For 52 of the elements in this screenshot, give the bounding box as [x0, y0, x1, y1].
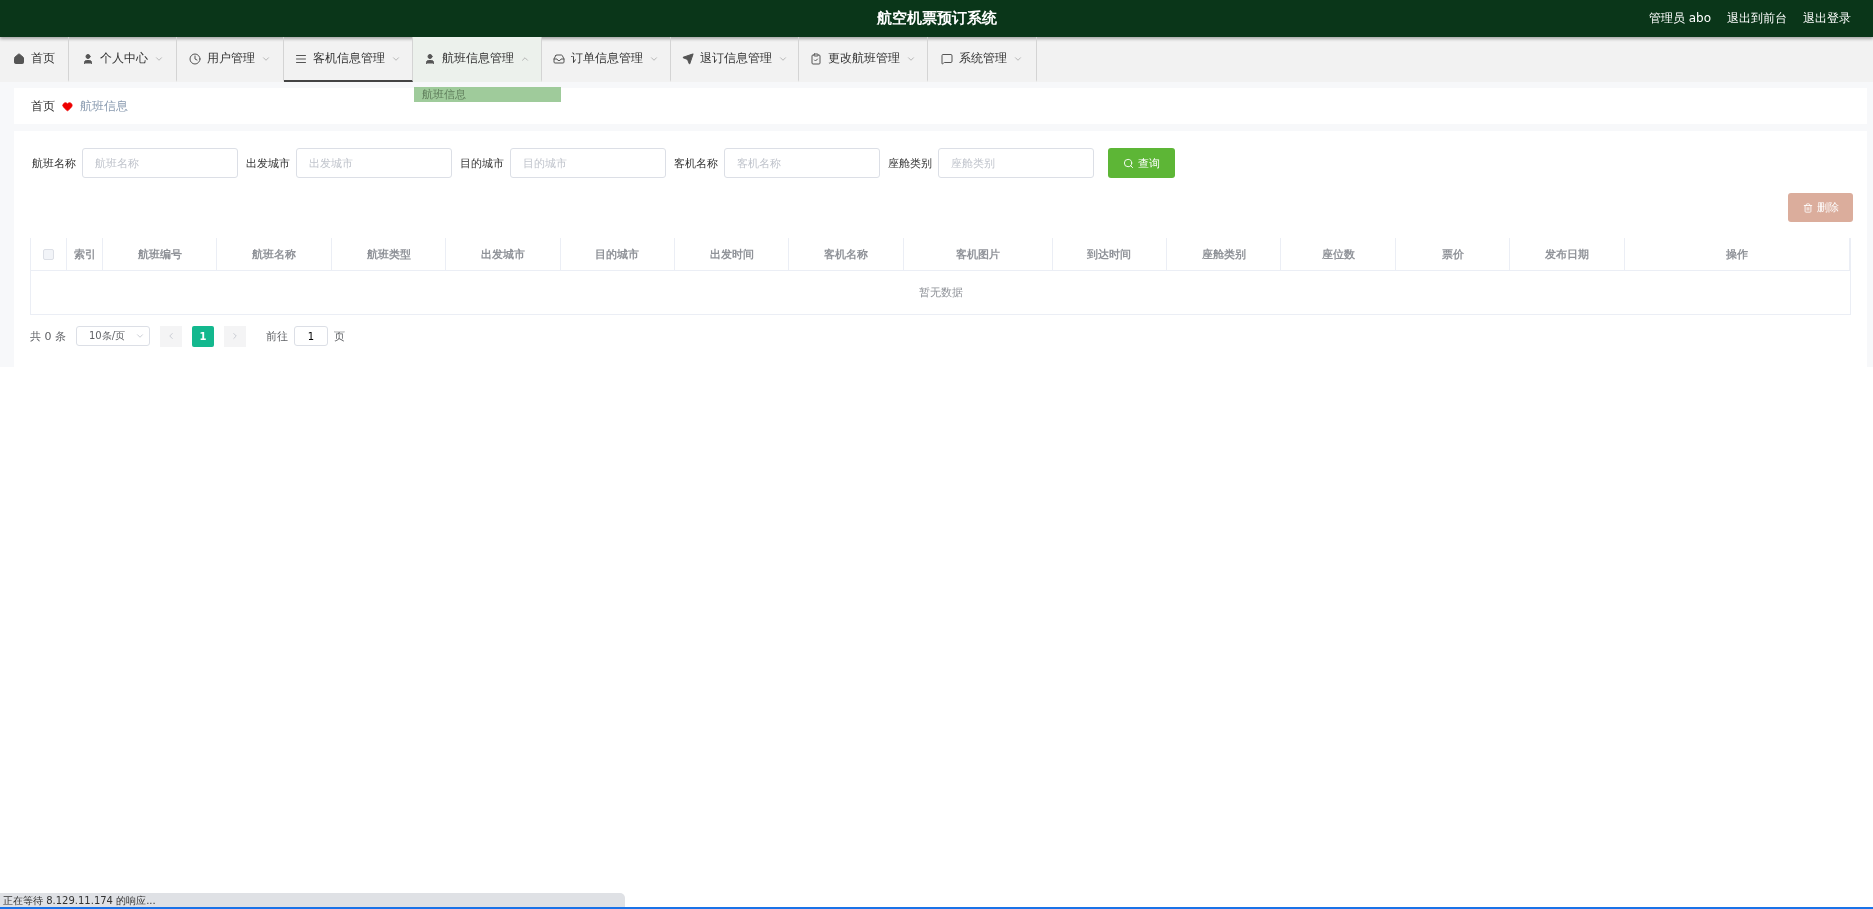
header-link[interactable]: 退出登录: [1803, 10, 1851, 27]
column-header: 客机名称: [789, 238, 904, 270]
filter-label: 出发城市: [246, 155, 290, 171]
column-header: 目的城市: [560, 238, 676, 270]
person-icon: [81, 52, 94, 65]
goto-input[interactable]: 1: [294, 326, 328, 346]
column-header: 票价: [1395, 238, 1511, 270]
column-header: 座位数: [1281, 238, 1396, 270]
header-link[interactable]: 退出到前台: [1727, 10, 1787, 27]
header-link[interactable]: 管理员 abo: [1648, 10, 1711, 27]
heart-icon: [62, 100, 73, 112]
select-all-checkbox[interactable]: [43, 248, 54, 260]
tray-icon: [553, 52, 565, 65]
total-count: 共 0 条: [30, 328, 66, 344]
breadcrumb-link[interactable]: 首页: [31, 97, 55, 115]
breadcrumb-current: 航班信息: [80, 97, 128, 115]
paper-plane-icon: [681, 52, 694, 65]
app-title: 航空机票预订系统: [876, 9, 997, 28]
goto-label: 前往: [266, 328, 288, 344]
chat-icon: [941, 52, 953, 65]
home-icon: [13, 52, 25, 65]
column-header: 出发城市: [446, 238, 561, 270]
column-header: 到达时间: [1052, 238, 1167, 270]
filter-label: 目的城市: [460, 155, 504, 171]
filter-label: 座舱类别: [888, 155, 932, 171]
column-header: 发布日期: [1510, 238, 1625, 270]
empty-text: 暂无数据: [917, 285, 964, 301]
column-header: 操作: [1624, 238, 1850, 270]
column-header: 客机图片: [903, 238, 1053, 270]
chevron-left-icon: [166, 331, 176, 341]
search-icon: [1123, 157, 1134, 169]
caret-icon: [135, 331, 145, 341]
next-page-button[interactable]: [224, 325, 246, 347]
person-icon: [424, 52, 436, 65]
column-header: 航班类型: [331, 238, 447, 270]
filter-input[interactable]: 客机名称: [724, 148, 880, 178]
column-header: 座舱类别: [1167, 238, 1282, 270]
page-size-select[interactable]: 10条/页: [76, 326, 150, 346]
column-header: 索引: [67, 238, 103, 270]
filter-label: 航班名称: [32, 155, 76, 171]
chevron-right-icon: [230, 331, 240, 341]
nav-tab[interactable]: 航班信息管理: [413, 37, 542, 82]
column-header: 出发时间: [675, 238, 790, 270]
column-header: 航班编号: [103, 238, 218, 270]
prev-page-button[interactable]: [160, 325, 182, 347]
list-icon: [295, 52, 307, 65]
column-header: 航班名称: [217, 238, 332, 270]
trash-icon: [1802, 202, 1813, 213]
filter-label: 客机名称: [674, 155, 718, 171]
clipboard-icon: [810, 52, 822, 65]
page-suffix: 页: [334, 328, 345, 344]
clock-icon: [189, 52, 201, 65]
